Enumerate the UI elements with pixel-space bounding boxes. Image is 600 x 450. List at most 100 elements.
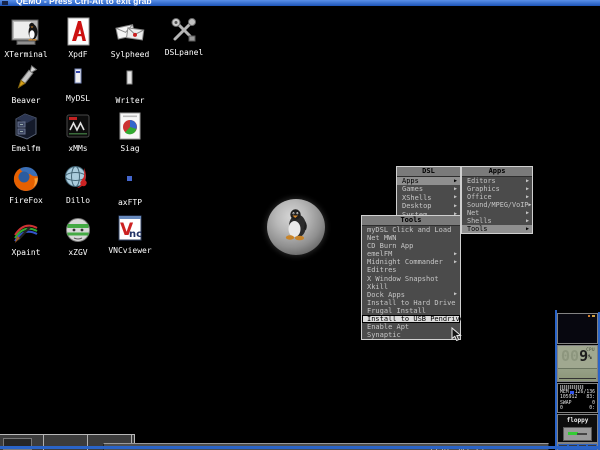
window-title: QEMU - Press Ctrl-Alt to exit grab [16,0,152,6]
menu-item-cd-burn-app[interactable]: CD Burn App [362,242,460,250]
menu-apps: AppsEditors▶Graphics▶Office▶Sound/MPEG/V… [461,166,533,234]
menu-item-apps[interactable]: Apps▶ [397,177,460,185]
mem-usage-bar [570,391,574,394]
net-activity-indicator [588,315,595,317]
desktop-icon-xterminal[interactable]: XTerminal [0,14,52,59]
icon-label: axFTP [104,198,156,207]
menu-item-graphics[interactable]: Graphics▶ [462,185,532,193]
menu-item-desktop[interactable]: Desktop▶ [397,202,460,210]
submenu-arrow-icon: ▶ [454,179,457,184]
desktop-icon-sylpheed[interactable]: Sylpheed [104,14,156,59]
submenu-arrow-icon: ▶ [454,195,457,200]
menu-item-dock-apps[interactable]: Dock Apps ▶ [362,291,460,299]
desktop-icon-mydsl[interactable]: MyDSL [52,58,104,103]
submenu-arrow-icon: ▶ [454,187,457,192]
menu-item-sound-mpeg-voip[interactable]: Sound/MPEG/VoIP▶ [462,201,532,209]
menu-item-label: CD Burn App [367,242,413,250]
menu-item-label: Office [467,193,492,201]
desktop-icon-emelfm[interactable]: Emelfm [0,108,52,153]
menu-item-games[interactable]: Games ▶ [397,185,460,193]
menu-title: Apps [462,167,532,177]
desktop-icon-dslpanel[interactable]: DSLpanel [158,12,210,57]
desktop-icon-writer[interactable]: Writer [104,60,156,105]
icon-label: FireFox [0,196,52,205]
dockapp-net-monitor[interactable] [557,313,598,344]
desktop-icon-beaver[interactable]: Beaver [0,60,52,105]
window-icon [2,1,8,5]
mydsl-icon [52,58,104,92]
menu-item-editors[interactable]: Editors▶ [462,177,532,185]
desktop-icon-xmms[interactable]: xMMs [52,108,104,153]
menu-item-synaptic[interactable]: Synaptic [362,331,460,339]
icon-label: Emelfm [0,144,52,153]
menu-item-xshells[interactable]: XShells▶ [397,194,460,202]
menu-item-label: X Window Snapshot [367,275,439,283]
menu-item-label: Synaptic [367,331,401,339]
beaver-icon [0,60,52,94]
dockapp-floppy-mount[interactable]: floppy [557,414,598,443]
menu-item-label: emelFM [367,250,392,258]
menu-item-label: Net MWN [367,234,397,242]
desktop-icon-firefox[interactable]: FireFox [0,160,52,205]
submenu-arrow-icon: ▶ [526,179,529,184]
menu-item-enable-apt[interactable]: Enable Apt [362,323,460,331]
icon-label: MyDSL [52,94,104,103]
menu-item-install-to-hard-drive[interactable]: Install to Hard Drive [362,299,460,307]
menu-item-install-to-usb-pendrive[interactable]: Install to USB Pendrive [362,315,460,323]
menu-item-emelfm[interactable]: emelFM▶ [362,250,460,258]
menu-item-label: Sound/MPEG/VoIP [467,201,528,209]
submenu-arrow-icon: ▶ [526,187,529,192]
submenu-arrow-icon: ▶ [454,204,457,209]
desktop-icon-vncviewer[interactable]: VncVNCviewer [104,210,156,255]
stats-histogram [560,385,584,389]
menu-item-editres[interactable]: Editres [362,266,460,274]
dsl-desktop: QEMU - Press Ctrl-Alt to exit grab XTerm… [0,0,600,450]
menu-title: Tools [362,216,460,226]
desktop-icon-dillo[interactable]: Dillo [52,160,104,205]
menu-item-label: Install to USB Pendrive [367,315,464,323]
menu-item-mydsl-click-and-load[interactable]: myDSL Click and Load [362,226,460,234]
desktop-icon-axftp[interactable]: axFTP [104,162,156,207]
svg-text:nc: nc [129,229,142,240]
menu-item-label: Xkill [367,283,388,291]
desktop-icon-xpdf[interactable]: XpdF [52,14,104,59]
desktop-icon-siag[interactable]: Siag [104,108,156,153]
xzgv-icon [52,212,104,246]
menu-item-shells[interactable]: Shells▶ [462,217,532,225]
xpaint-icon [0,212,52,246]
menu-item-frugal-install[interactable]: Frugal Install [362,307,460,315]
xmms-icon [52,108,104,142]
sylpheed-icon [104,14,156,48]
floppy-slot [577,433,587,435]
mouse-cursor-icon [451,327,462,346]
stats-rows: MEM126/13610591283:SWAP000: [558,390,597,411]
menu-item-label: Games [402,185,423,193]
dockapp-system-stats[interactable]: MEM126/13610591283:SWAP000: [557,383,598,413]
menu-item-midnight-commander[interactable]: Midnight Commander▶ [362,258,460,266]
menu-item-office[interactable]: Office▶ [462,193,532,201]
stat-right: 0: [589,406,595,411]
dockapp-cpu-monitor[interactable]: CPU 009% [557,345,598,382]
axftp-icon [104,162,156,196]
menu-item-xkill[interactable]: Xkill [362,283,460,291]
menu-item-tools[interactable]: Tools▶ [462,225,532,233]
siag-icon [104,108,156,142]
icon-label: XTerminal [0,50,52,59]
submenu-arrow-icon: ▶ [454,292,457,297]
floppy-label: floppy [558,417,597,425]
dslpanel-icon [158,12,210,46]
writer-icon [104,60,156,94]
xpdf-icon [52,14,104,48]
icon-label: VNCviewer [104,246,156,255]
floppy-panel[interactable] [563,427,592,441]
menu-item-net-mwn[interactable]: Net MWN [362,234,460,242]
icon-label: Writer [104,96,156,105]
menu-item-x-window-snapshot[interactable]: X Window Snapshot [362,275,460,283]
submenu-arrow-icon: ▶ [528,203,531,208]
tux-penguin-icon [276,205,316,249]
menu-item-label: Dock Apps [367,291,405,299]
menu-item-net[interactable]: Net▶ [462,209,532,217]
icon-label: Sylpheed [104,50,156,59]
desktop-icon-xpaint[interactable]: Xpaint [0,212,52,257]
desktop-icon-xzgv[interactable]: xZGV [52,212,104,257]
